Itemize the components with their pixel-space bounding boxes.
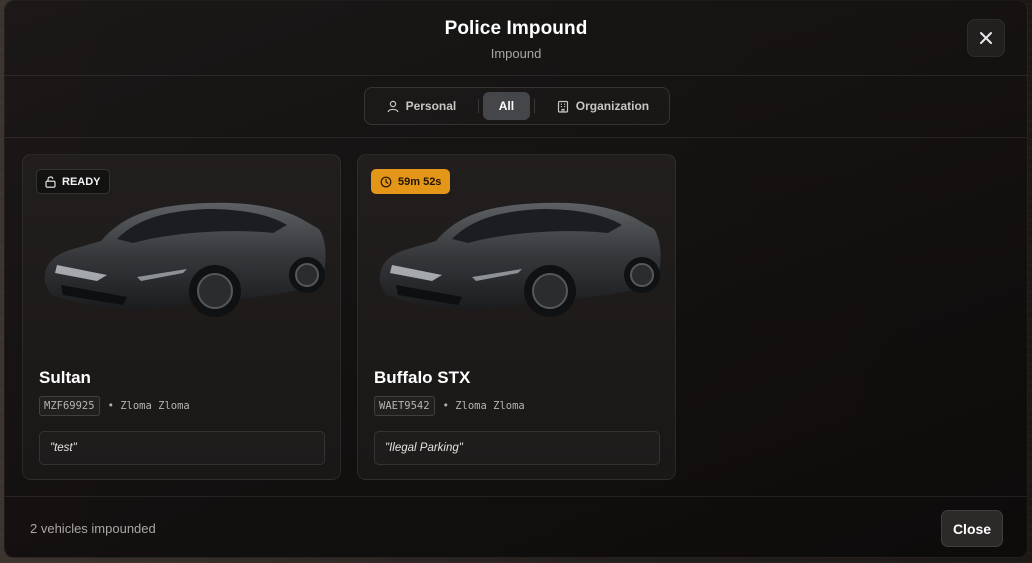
tab-organization[interactable]: Organization <box>541 92 665 120</box>
close-icon <box>980 32 992 44</box>
vehicle-name: Buffalo STX <box>374 368 471 387</box>
tab-personal[interactable]: Personal <box>369 92 474 120</box>
modal-footer: 2 vehicles impounded Close <box>5 496 1027 557</box>
tab-divider <box>477 99 479 113</box>
impound-note: "Ilegal Parking" <box>374 431 660 465</box>
tab-all-label: All <box>498 99 515 113</box>
tab-all[interactable]: All <box>482 92 530 120</box>
vehicle-card[interactable]: READY Sultan MZF69925 • Zloma Zloma "tes… <box>22 154 341 480</box>
filter-tabs: Personal All Organization <box>364 87 670 125</box>
page-title: Police Impound <box>444 18 588 39</box>
vehicle-meta: MZF69925 • Zloma Zloma <box>39 396 190 416</box>
impound-modal: Police Impound Impound Personal All Orga… <box>4 0 1028 558</box>
plate-badge: WAET9542 <box>374 396 435 416</box>
vehicle-count: 2 vehicles impounded <box>30 521 156 536</box>
car-image <box>379 202 661 317</box>
vehicle-name: Sultan <box>39 368 91 387</box>
modal-header: Police Impound Impound <box>5 1 1027 76</box>
close-button[interactable]: Close <box>941 510 1003 547</box>
close-icon-button[interactable] <box>967 19 1005 57</box>
page-subtitle: Impound <box>490 46 542 61</box>
user-icon <box>387 100 398 112</box>
tab-organization-label: Organization <box>575 99 650 113</box>
tab-divider <box>533 99 535 113</box>
owner-name: • Zloma Zloma <box>442 400 525 412</box>
vehicle-card[interactable]: 59m 52s Buffalo STX WAET9542 • Zloma Zlo… <box>357 154 676 480</box>
tab-personal-label: Personal <box>405 99 457 113</box>
owner-name: • Zloma Zloma <box>107 400 190 412</box>
building-icon <box>557 100 568 113</box>
vehicle-meta: WAET9542 • Zloma Zloma <box>374 396 525 416</box>
car-image <box>44 202 326 317</box>
impound-note: "test" <box>39 431 325 465</box>
filter-bar: Personal All Organization <box>5 76 1027 138</box>
plate-badge: MZF69925 <box>39 396 100 416</box>
